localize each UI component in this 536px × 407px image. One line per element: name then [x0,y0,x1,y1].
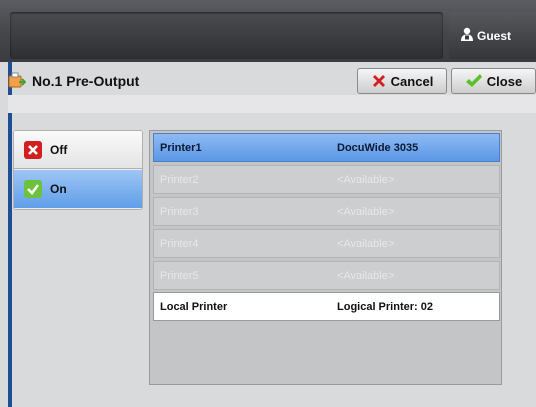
printer-row-1[interactable]: Printer1 DocuWide 3035 [153,133,500,162]
printer-row-3[interactable]: Printer3 <Available> [153,197,500,226]
printer-name: Printer5 [160,269,199,282]
on-label: On [50,182,67,196]
user-icon [461,27,473,44]
off-x-icon [24,140,42,159]
printer-list: Printer1 DocuWide 3035 Printer2 <Availab… [149,130,502,385]
off-option[interactable]: Off [14,131,142,169]
printer-value: <Available> [337,269,395,282]
cancel-x-icon [371,73,387,89]
on-check-icon [24,180,42,198]
printer-value: DocuWide 3035 [337,141,419,154]
cancel-label: Cancel [390,73,434,89]
message-area [10,12,443,59]
printer-name: Printer3 [160,205,199,218]
on-off-toggle-group: Off On [13,130,143,210]
close-label: Close [486,73,523,89]
printer-row-4[interactable]: Printer4 <Available> [153,229,500,258]
close-button[interactable]: Close [451,68,536,94]
printer-value: Logical Printer: 02 [337,300,433,313]
on-option[interactable]: On [14,170,142,208]
printer-name: Local Printer [160,300,228,313]
left-accent-bar [8,62,12,407]
printer-name: Printer1 [160,141,202,154]
pre-output-icon [8,72,27,90]
printer-value: <Available> [337,205,395,218]
cancel-button[interactable]: Cancel [357,68,447,94]
printer-name: Printer2 [160,173,199,186]
header-divider [8,95,536,113]
printer-row-5[interactable]: Printer5 <Available> [153,261,500,290]
user-button[interactable]: Guest [449,12,536,59]
printer-value: <Available> [337,237,395,250]
off-label: Off [50,142,68,157]
printer-name: Printer4 [160,237,199,250]
check-icon [465,73,483,89]
printer-row-local[interactable]: Local Printer Logical Printer: 02 [153,292,500,321]
top-bar: Guest [0,0,536,62]
user-label: Guest [477,28,512,43]
page-title: No.1 Pre-Output [32,73,140,89]
printer-value: <Available> [337,173,395,186]
printer-row-2[interactable]: Printer2 <Available> [153,165,500,194]
